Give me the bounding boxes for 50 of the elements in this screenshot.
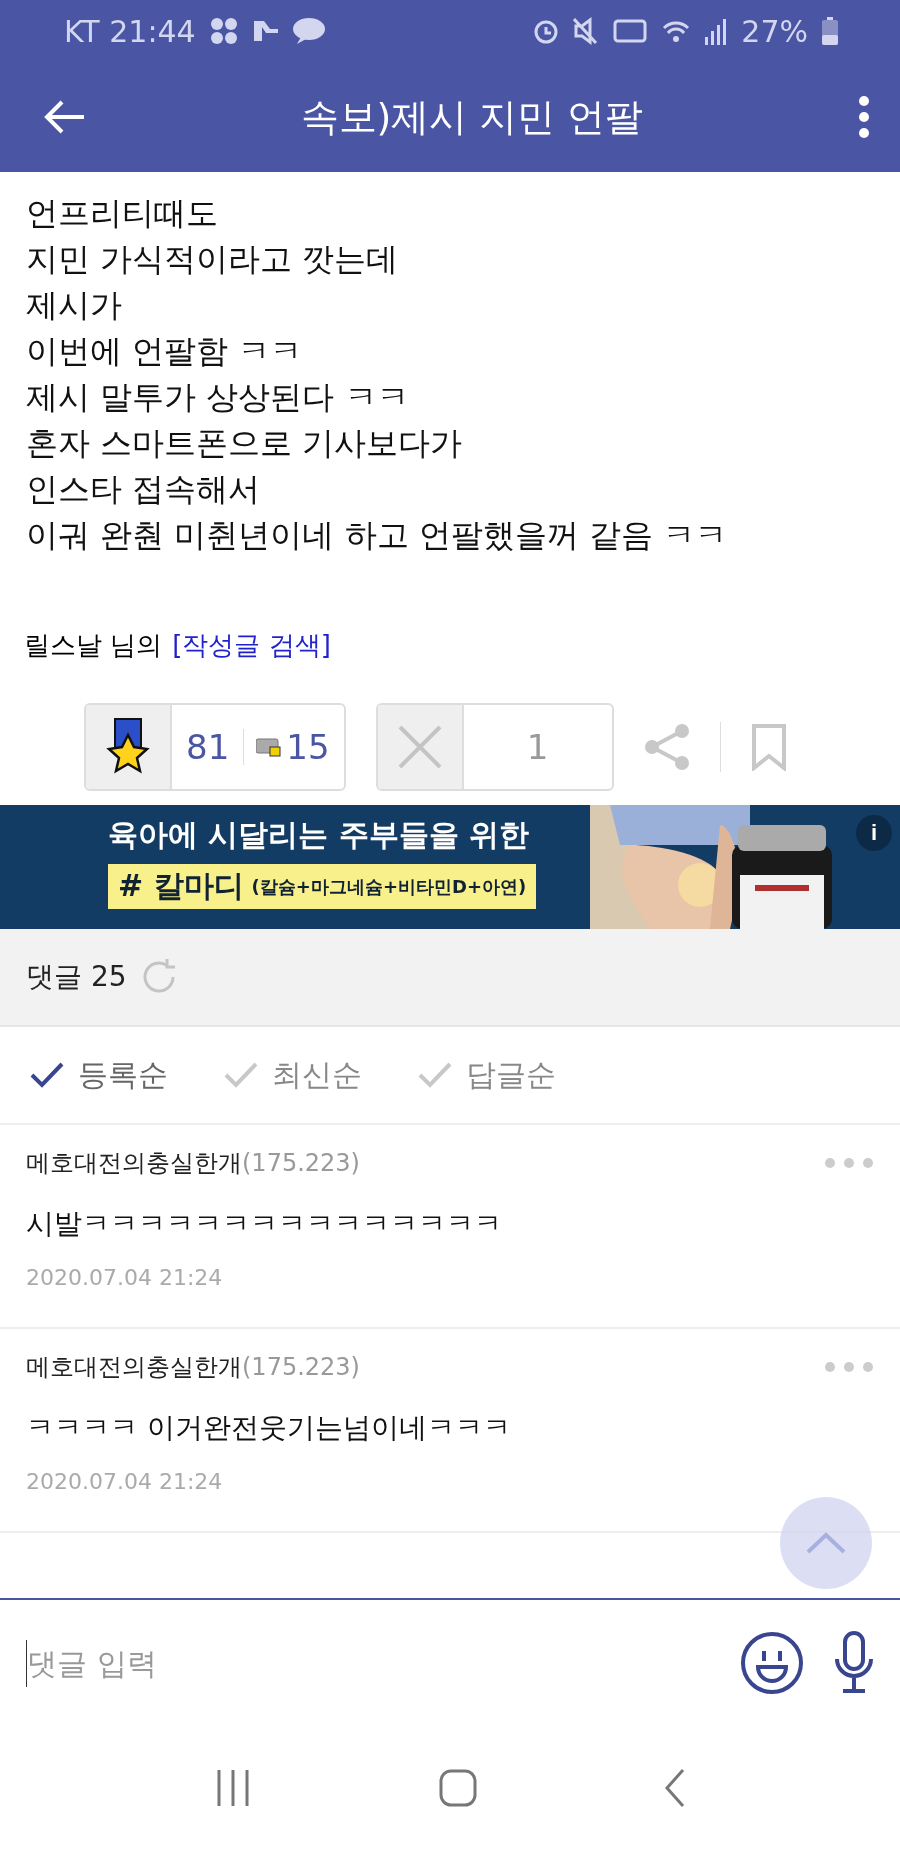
- mute-icon: [573, 17, 600, 45]
- fixed-recommend-count: 15: [285, 726, 331, 769]
- sort-option[interactable]: 최신순: [224, 1054, 362, 1096]
- status-time: KT 21:44: [64, 13, 196, 49]
- author-label: 릴스날 님의: [24, 629, 163, 662]
- sort-option[interactable]: 등록순: [30, 1054, 168, 1096]
- post-text-line: 혼자 스마트폰으로 기사보다가: [26, 423, 464, 464]
- app-grid-icon: [209, 17, 238, 45]
- back-button[interactable]: [44, 99, 86, 135]
- comment-author: 메호대전의충실한개: [26, 1148, 242, 1179]
- post-text-line: 언프리티때도: [26, 193, 219, 234]
- fixed-recommend-icon: [256, 737, 283, 757]
- chat-bubble-icon: [291, 17, 326, 45]
- check-icon: [224, 1062, 258, 1088]
- post-text-line: 인스타 접속해서: [26, 469, 262, 510]
- comment-ip: (175.223): [242, 1149, 360, 1177]
- comment-text: 시발ㅋㅋㅋㅋㅋㅋㅋㅋㅋㅋㅋㅋㅋㅋㅋ: [26, 1206, 503, 1242]
- sort-option[interactable]: 답글순: [418, 1054, 556, 1096]
- comment-date: 2020.07.04 21:24: [26, 1469, 224, 1494]
- battery-percent: 27%: [741, 13, 808, 49]
- comment-date: 2020.07.04 21:24: [26, 1265, 224, 1290]
- check-icon: [30, 1062, 64, 1088]
- emoji-button[interactable]: [740, 1631, 804, 1695]
- battery-icon: [822, 17, 838, 45]
- comment-text: ㅋㅋㅋㅋ 이거완전웃기는넘이네ㅋㅋㅋ: [26, 1410, 512, 1446]
- recommend-button[interactable]: [86, 705, 172, 789]
- alarm-icon: [533, 18, 560, 44]
- signal-icon: [705, 17, 728, 45]
- comment-count: 댓글 25: [26, 959, 127, 995]
- comment-author: 메호대전의충실한개: [26, 1352, 242, 1383]
- home-button[interactable]: [438, 1768, 478, 1808]
- post-text-line: 제시가: [26, 285, 123, 326]
- check-icon: [418, 1062, 452, 1088]
- page-title: 속보)제시 지민 언팔: [299, 93, 645, 141]
- comment-ip: (175.223): [242, 1353, 360, 1381]
- cross-icon: [396, 724, 443, 770]
- more-menu-button[interactable]: [858, 95, 870, 139]
- ad-tag-detail: (칼슘+마그네슘+비타민D+아연): [251, 874, 527, 899]
- dislike-count: 1: [525, 726, 550, 769]
- microphone-button[interactable]: [834, 1631, 874, 1695]
- chevron-up-icon: [806, 1532, 846, 1554]
- ad-tag: # 칼마디: [118, 866, 244, 907]
- recommend-count: 81: [185, 726, 231, 769]
- post-text-line: 이궈 완춴 미췬년이네 하고 언팔했을꺼 같음 ㅋㅋ: [26, 515, 729, 556]
- post-text-line: 제시 말투가 상상된다 ㅋㅋ: [26, 377, 410, 418]
- post-text-line: 이번에 언팔함 ㅋㅋ: [26, 331, 304, 372]
- ad-headline: 육아에 시달리는 주부들을 위한: [108, 816, 531, 854]
- comment-input-field[interactable]: 댓글 입력: [26, 1639, 710, 1687]
- post-text-line: 지민 가식적이라고 깟는데: [26, 239, 400, 280]
- author-posts-link[interactable]: [작성글 검색]: [172, 628, 331, 663]
